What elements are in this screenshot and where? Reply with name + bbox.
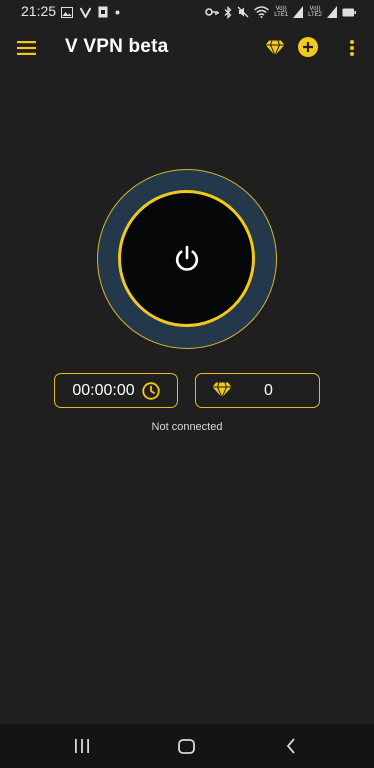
system-icons: Vo)) LTE1 Vo)) LTE2 xyxy=(205,4,356,20)
vpn-key-icon xyxy=(205,8,219,16)
premium-button[interactable] xyxy=(263,36,287,60)
gems-value: 0 xyxy=(264,381,273,399)
v-app-icon xyxy=(80,7,91,18)
diamond-icon xyxy=(265,40,285,56)
connect-button-inner[interactable] xyxy=(118,190,255,327)
app-title: V VPN beta xyxy=(65,36,169,57)
status-bar: 21:25 Vo)) LTE1 Vo)) LTE2 xyxy=(0,0,374,24)
system-nav-bar xyxy=(0,724,374,768)
timer-value: 00:00:00 xyxy=(72,381,135,399)
bluetooth-icon xyxy=(224,5,232,19)
clock-icon xyxy=(141,381,160,400)
mute-icon xyxy=(237,6,249,18)
status-time: 21:25 xyxy=(21,3,57,19)
add-button[interactable] xyxy=(296,35,320,59)
notification-icons xyxy=(61,5,120,19)
signal2-icon xyxy=(327,6,337,18)
more-vert-icon xyxy=(350,40,354,56)
carrier1-label: Vo)) LTE1 xyxy=(274,6,288,18)
recent-apps-icon xyxy=(75,739,89,753)
connection-status: Not connected xyxy=(151,421,223,433)
home-button[interactable] xyxy=(174,734,198,758)
menu-icon xyxy=(16,41,36,55)
gallery-icon xyxy=(61,6,73,18)
carrier1-bottom: LTE1 xyxy=(274,12,289,18)
back-icon xyxy=(286,738,295,754)
dot-icon xyxy=(115,10,120,14)
gems-pill: 0 xyxy=(195,373,320,408)
add-circle-icon xyxy=(298,37,318,57)
more-options-button[interactable] xyxy=(340,36,364,60)
carrier2-label: Vo)) LTE2 xyxy=(308,6,322,18)
battery-icon xyxy=(342,8,356,16)
carrier2-bottom: LTE2 xyxy=(308,12,322,18)
signal1-icon xyxy=(293,6,304,18)
home-icon xyxy=(177,738,195,754)
power-icon xyxy=(175,245,198,271)
connect-button[interactable] xyxy=(97,169,277,349)
back-button[interactable] xyxy=(279,734,303,758)
app-bar: V VPN beta xyxy=(0,24,374,72)
diamond-icon xyxy=(212,382,232,398)
sim-icon xyxy=(98,6,108,18)
recent-apps-button[interactable] xyxy=(70,734,94,758)
timer-pill: 00:00:00 xyxy=(54,373,178,408)
menu-button[interactable] xyxy=(12,34,40,62)
wifi-icon xyxy=(254,6,270,18)
